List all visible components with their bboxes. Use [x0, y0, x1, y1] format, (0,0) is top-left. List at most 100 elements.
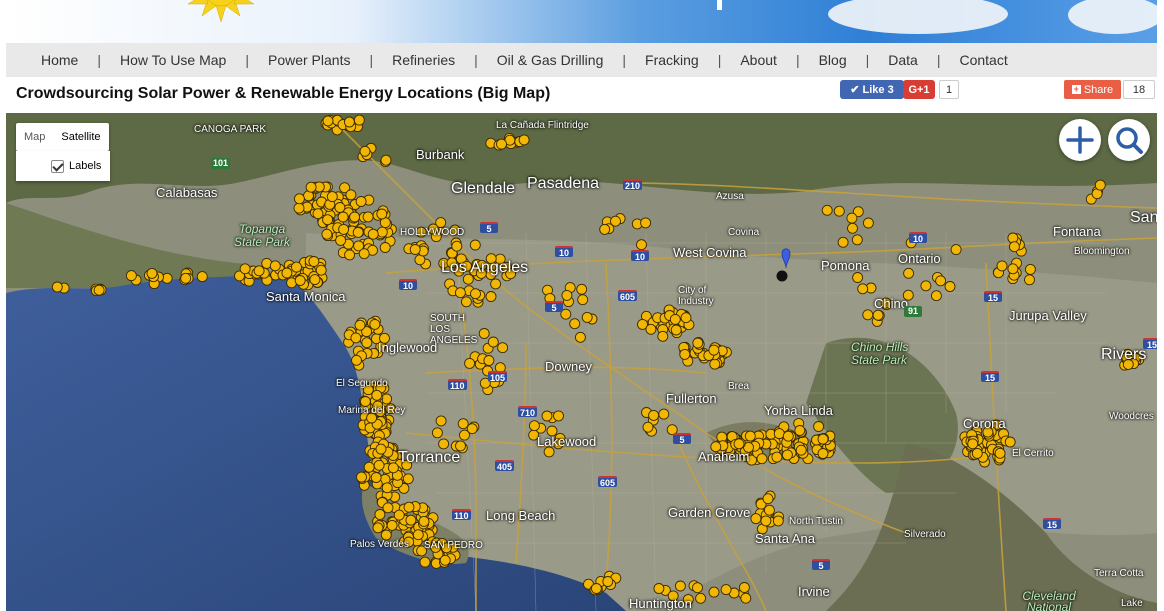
solar-location-marker[interactable] [460, 296, 472, 308]
solar-location-marker[interactable] [350, 332, 362, 344]
solar-location-marker[interactable] [438, 438, 450, 450]
solar-location-marker[interactable] [293, 193, 305, 205]
solar-location-marker[interactable] [405, 514, 417, 526]
solar-location-marker[interactable] [308, 256, 320, 267]
solar-location-marker[interactable] [1007, 263, 1019, 275]
solar-location-marker[interactable] [851, 234, 863, 246]
solar-location-marker[interactable] [670, 324, 682, 336]
solar-location-marker[interactable] [602, 576, 614, 587]
solar-location-marker[interactable] [833, 205, 845, 217]
solar-location-marker[interactable] [496, 138, 507, 150]
solar-location-marker[interactable] [439, 554, 451, 566]
solar-location-marker[interactable] [309, 274, 321, 286]
nav-data[interactable]: Data [888, 52, 918, 68]
solar-location-marker[interactable] [344, 249, 356, 261]
solar-location-marker[interactable] [852, 272, 864, 283]
solar-location-marker[interactable] [196, 271, 208, 283]
nav-refineries[interactable]: Refineries [392, 52, 455, 68]
solar-location-marker[interactable] [692, 582, 703, 594]
solar-location-marker[interactable] [93, 284, 105, 296]
solar-location-marker[interactable] [403, 501, 415, 513]
solar-location-marker[interactable] [837, 236, 849, 248]
solar-location-marker[interactable] [971, 447, 983, 459]
solar-location-marker[interactable] [376, 226, 388, 238]
solar-location-marker[interactable] [738, 582, 750, 593]
solar-location-marker[interactable] [950, 244, 962, 256]
solar-location-marker[interactable] [581, 311, 593, 323]
solar-location-marker[interactable] [353, 114, 365, 126]
solar-location-marker[interactable] [359, 145, 371, 157]
solar-location-marker[interactable] [361, 337, 373, 349]
solar-location-marker[interactable] [760, 515, 772, 527]
solar-location-marker[interactable] [636, 239, 647, 251]
solar-location-marker[interactable] [862, 217, 874, 229]
solar-location-marker[interactable] [967, 438, 979, 450]
solar-location-marker[interactable] [269, 260, 281, 272]
solar-location-marker[interactable] [561, 289, 573, 301]
solar-location-marker[interactable] [375, 443, 387, 455]
solar-location-marker[interactable] [457, 418, 469, 430]
solar-location-marker[interactable] [431, 427, 443, 439]
solar-location-marker[interactable] [354, 319, 366, 331]
solar-location-marker[interactable] [920, 280, 932, 292]
solar-location-marker[interactable] [485, 291, 497, 302]
solar-location-marker[interactable] [367, 228, 379, 240]
solar-location-marker[interactable] [944, 281, 956, 292]
solar-location-marker[interactable] [903, 267, 915, 279]
solar-location-marker[interactable] [708, 344, 720, 356]
solar-location-marker[interactable] [781, 449, 793, 461]
solar-location-marker[interactable] [374, 509, 386, 520]
solar-location-marker[interactable] [435, 415, 447, 427]
solar-location-marker[interactable] [312, 208, 324, 220]
solar-location-marker[interactable] [402, 473, 414, 485]
solar-location-marker[interactable] [376, 208, 388, 220]
solar-location-marker[interactable] [794, 425, 806, 436]
solar-location-marker[interactable] [813, 421, 825, 432]
solar-location-marker[interactable] [358, 248, 370, 260]
solar-location-marker[interactable] [125, 270, 137, 282]
solar-location-marker[interactable] [409, 244, 421, 255]
nav-blog[interactable]: Blog [819, 52, 847, 68]
solar-location-marker[interactable] [541, 410, 553, 422]
solar-location-marker[interactable] [451, 240, 463, 252]
solar-location-marker[interactable] [322, 115, 334, 127]
solar-location-marker[interactable] [847, 222, 858, 234]
solar-location-marker[interactable] [418, 515, 430, 527]
solar-location-marker[interactable] [470, 288, 481, 300]
solar-location-marker[interactable] [355, 196, 367, 207]
nav-contact[interactable]: Contact [959, 52, 1007, 68]
share-button[interactable]: + Share [1064, 80, 1121, 99]
solar-location-marker[interactable] [733, 438, 745, 450]
solar-location-marker[interactable] [349, 211, 361, 223]
solar-location-marker[interactable] [351, 354, 362, 366]
solar-location-marker[interactable] [692, 337, 704, 349]
solar-location-marker[interactable] [497, 342, 509, 354]
solar-location-marker[interactable] [386, 519, 398, 531]
solar-location-marker[interactable] [335, 234, 347, 246]
solar-location-marker[interactable] [464, 357, 476, 369]
solar-location-marker[interactable] [343, 116, 355, 128]
solar-location-marker[interactable] [321, 228, 333, 240]
solar-location-marker[interactable] [146, 267, 158, 279]
nav-power-plants[interactable]: Power Plants [268, 52, 350, 68]
nav-home[interactable]: Home [41, 52, 78, 68]
solar-location-marker[interactable] [744, 430, 756, 442]
solar-location-marker[interactable] [930, 290, 942, 302]
solar-location-marker[interactable] [528, 420, 540, 432]
solar-location-marker[interactable] [483, 355, 495, 366]
solar-location-marker[interactable] [782, 430, 794, 442]
solar-location-marker[interactable] [253, 265, 265, 277]
solar-location-marker[interactable] [326, 191, 338, 203]
solar-location-marker[interactable] [419, 556, 431, 568]
solar-location-marker[interactable] [576, 283, 588, 295]
solar-location-marker[interactable] [337, 211, 349, 223]
satellite-map[interactable]: CANOGA PARK Burbank La Cañada Flintridge… [6, 113, 1157, 611]
solar-location-marker[interactable] [518, 134, 530, 146]
labels-toggle[interactable]: Labels [16, 151, 110, 181]
solar-location-marker[interactable] [773, 428, 785, 440]
solar-location-marker[interactable] [740, 592, 752, 604]
solar-location-marker[interactable] [657, 330, 669, 342]
solar-location-marker[interactable] [645, 323, 657, 335]
solar-location-marker[interactable] [599, 223, 611, 235]
solar-location-marker[interactable] [382, 502, 394, 514]
